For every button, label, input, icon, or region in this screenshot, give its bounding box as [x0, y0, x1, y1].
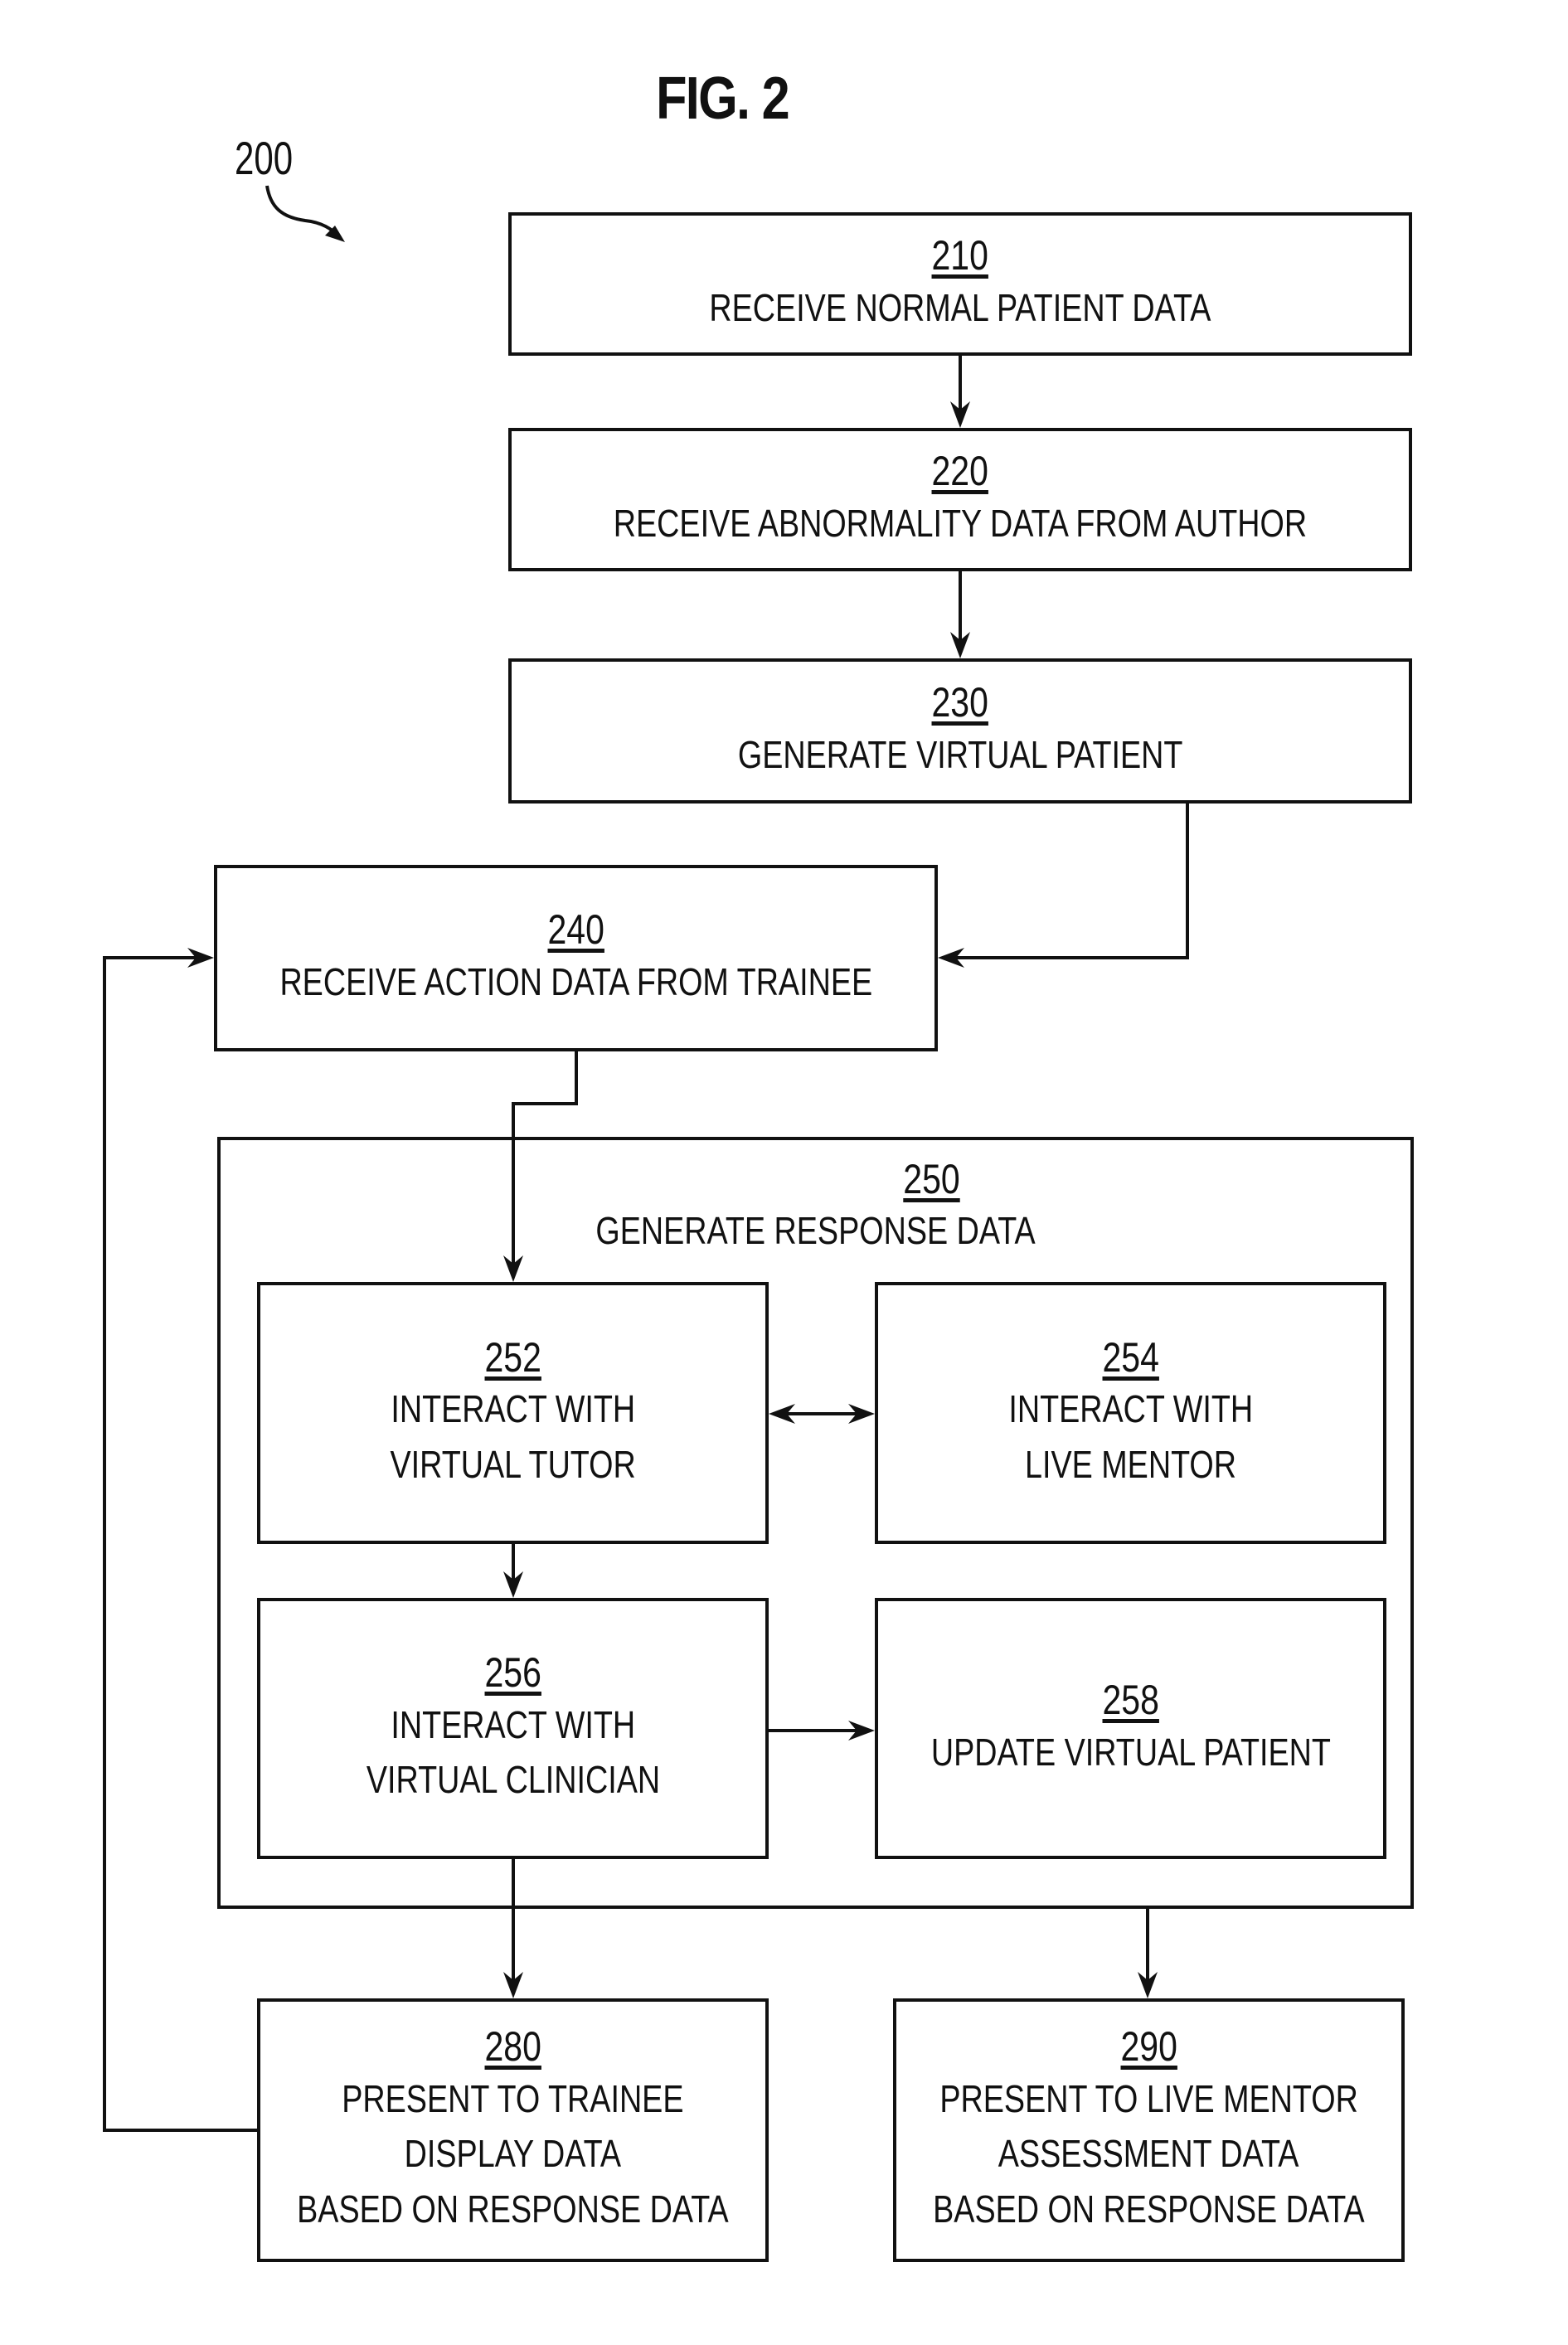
- step-label-line-3: BASED ON RESPONSE DATA: [933, 2187, 1365, 2231]
- step-number: 258: [1102, 1677, 1159, 1724]
- reference-200-pointer: [265, 185, 342, 239]
- step-label-line-2: DISPLAY DATA: [404, 2132, 622, 2176]
- step-label: RECEIVE ABNORMALITY DATA FROM AUTHOR: [613, 501, 1308, 545]
- step-number: 254: [1102, 1333, 1159, 1381]
- step-256: 256 INTERACT WITH VIRTUAL CLINICIAN: [257, 1598, 769, 1859]
- arrow-230-to-240: [943, 804, 1189, 959]
- step-252: 252 INTERACT WITH VIRTUAL TUTOR: [257, 1282, 769, 1544]
- step-label-line-2: LIVE MENTOR: [1024, 1442, 1237, 1486]
- step-258: 258 UPDATE VIRTUAL PATIENT: [875, 1598, 1386, 1859]
- step-280: 280 PRESENT TO TRAINEE DISPLAY DATA BASE…: [257, 1998, 769, 2262]
- step-number: 290: [1120, 2023, 1177, 2071]
- step-number: 252: [484, 1333, 541, 1381]
- step-number: 280: [484, 2023, 541, 2071]
- step-290: 290 PRESENT TO LIVE MENTOR ASSESSMENT DA…: [893, 1998, 1405, 2262]
- step-240: 240 RECEIVE ACTION DATA FROM TRAINEE: [214, 865, 938, 1051]
- step-number: 240: [547, 906, 604, 954]
- step-250-header: 250 GENERATE RESPONSE DATA: [217, 1154, 1414, 1257]
- step-210: 210 RECEIVE NORMAL PATIENT DATA: [508, 212, 1412, 356]
- step-label-line-1: PRESENT TO LIVE MENTOR: [939, 2076, 1358, 2120]
- step-label-line-2: ASSESSMENT DATA: [998, 2132, 1299, 2176]
- step-label: GENERATE RESPONSE DATA: [595, 1209, 1036, 1252]
- step-number: 230: [931, 679, 989, 726]
- step-label: UPDATE VIRTUAL PATIENT: [930, 1730, 1331, 1774]
- step-label-line-1: INTERACT WITH: [1008, 1387, 1253, 1431]
- step-label: RECEIVE NORMAL PATIENT DATA: [709, 285, 1211, 329]
- step-label: GENERATE VIRTUAL PATIENT: [737, 732, 1183, 776]
- step-230: 230 GENERATE VIRTUAL PATIENT: [508, 658, 1412, 804]
- step-number: 210: [931, 232, 989, 279]
- step-label-line-2: VIRTUAL CLINICIAN: [366, 1758, 660, 1802]
- reference-number-200: 200: [235, 132, 294, 184]
- step-label: RECEIVE ACTION DATA FROM TRAINEE: [279, 959, 872, 1003]
- step-254: 254 INTERACT WITH LIVE MENTOR: [875, 1282, 1386, 1544]
- step-label-line-2: VIRTUAL TUTOR: [390, 1442, 636, 1486]
- step-number: 220: [931, 448, 989, 495]
- step-number: 256: [484, 1649, 541, 1697]
- figure-title-text: FIG. 2: [656, 66, 790, 132]
- step-label-line-1: PRESENT TO TRAINEE: [342, 2076, 684, 2120]
- step-220: 220 RECEIVE ABNORMALITY DATA FROM AUTHOR: [508, 428, 1412, 571]
- step-label-line-3: BASED ON RESPONSE DATA: [297, 2187, 729, 2231]
- step-label-line-1: INTERACT WITH: [391, 1702, 635, 1746]
- step-number: 250: [903, 1156, 960, 1202]
- step-label-line-1: INTERACT WITH: [391, 1387, 635, 1431]
